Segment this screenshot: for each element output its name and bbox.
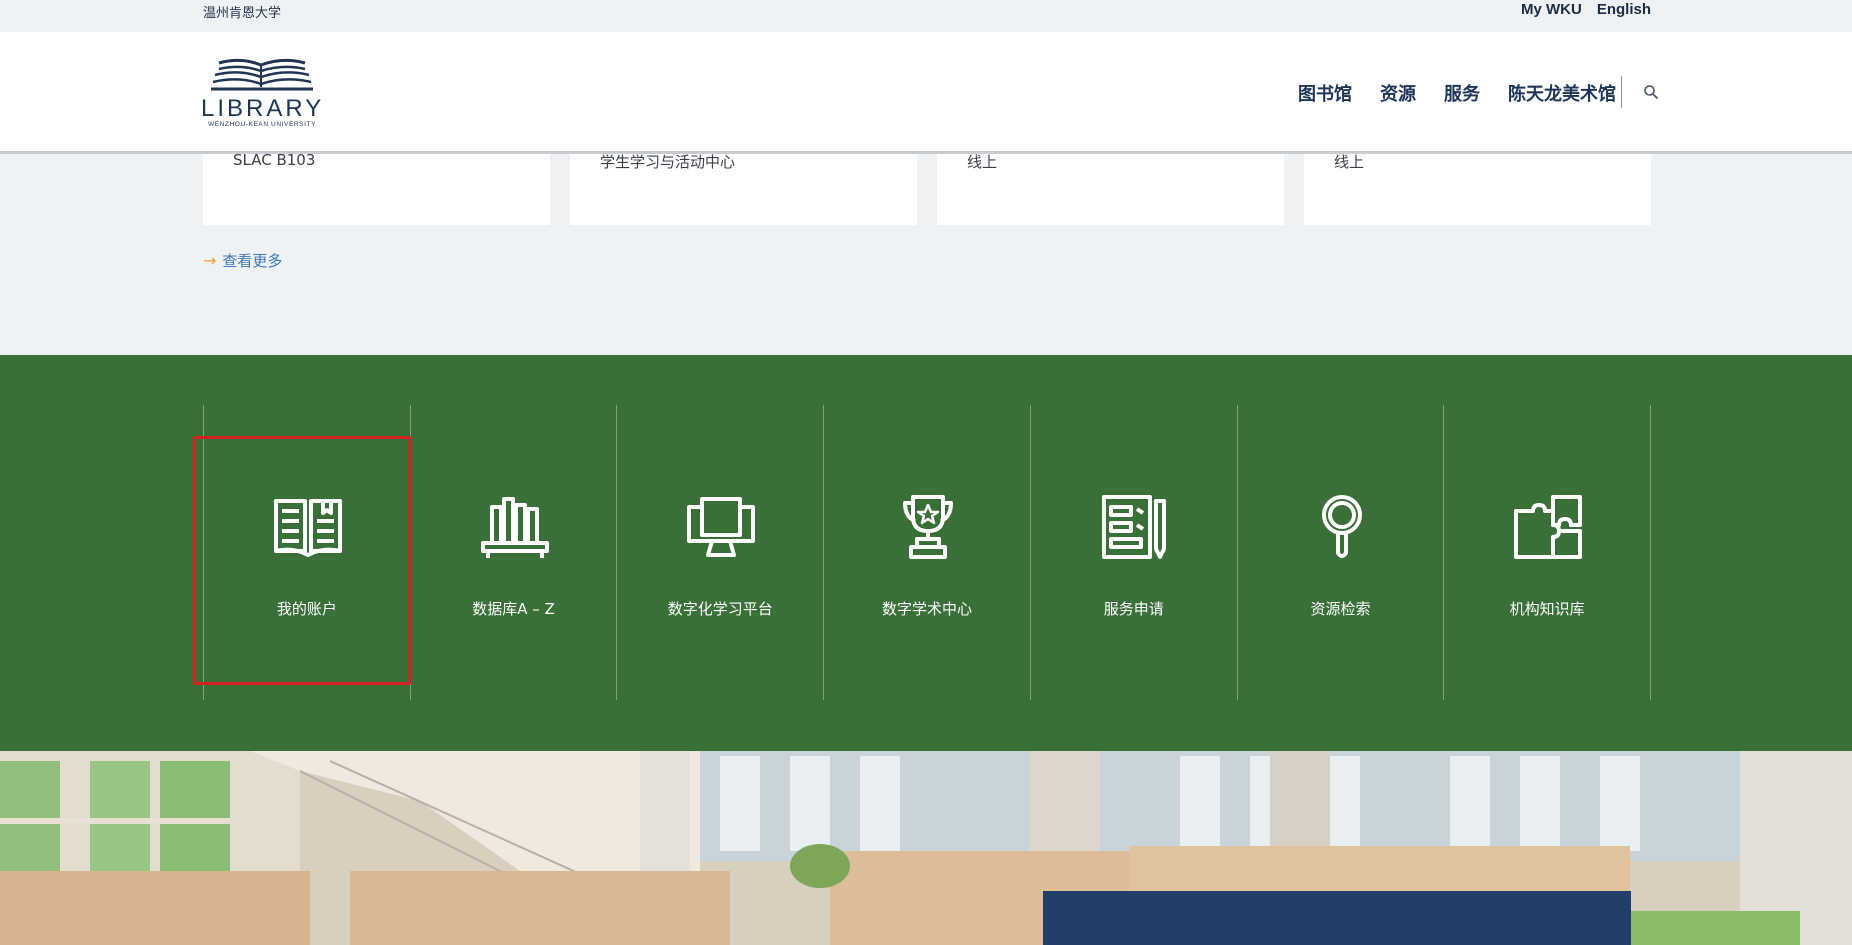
main-nav: 图书馆 资源 服务 陈天龙美术馆 <box>1298 80 1616 106</box>
view-more-link[interactable]: → 查看更多 <box>203 250 282 271</box>
banner-overlay-box <box>1043 891 1631 945</box>
quick-link-service-request[interactable]: 服务申请 <box>1031 405 1238 700</box>
nav-library[interactable]: 图书馆 <box>1298 80 1352 106</box>
event-location: 线上 <box>967 153 998 171</box>
quick-link-digital-scholarship[interactable]: 数字学术中心 <box>824 405 1031 700</box>
books-shelf-icon <box>480 497 549 558</box>
event-card[interactable]: 学生学习与活动中心 <box>570 150 917 225</box>
language-link[interactable]: English <box>1597 1 1651 18</box>
quick-link-label: 数字化学习平台 <box>667 600 773 618</box>
my-wku-link[interactable]: My WKU <box>1521 1 1582 18</box>
library-logo[interactable]: LIBRARY WENZHOU-KEAN UNIVERSITY <box>201 57 323 129</box>
view-more-label: 查看更多 <box>222 252 283 270</box>
quick-link-label: 数据库A – Z <box>472 600 555 618</box>
utility-bar: 温州肯恩大学 My WKU English <box>0 0 1852 32</box>
event-card[interactable]: 线上 <box>1304 150 1651 225</box>
quick-links-row: 我的账户 数据库A – Z 数字化学习平台 数字学术中心 服务申请 资源检索 机… <box>203 405 1652 700</box>
arrow-right-icon: → <box>203 251 217 270</box>
monitor-icon <box>687 497 756 557</box>
book-logo-icon <box>211 58 313 91</box>
quick-link-label: 资源检索 <box>1310 600 1371 618</box>
puzzle-icon <box>1514 495 1583 559</box>
quick-link-resource-search[interactable]: 资源检索 <box>1238 405 1445 700</box>
quick-link-label: 服务申请 <box>1103 600 1164 618</box>
open-book-icon <box>274 499 342 557</box>
event-location: 学生学习与活动中心 <box>600 153 736 171</box>
event-card[interactable]: 线上 <box>937 150 1284 225</box>
quick-link-databases[interactable]: 数据库A – Z <box>411 405 618 700</box>
site-header: LIBRARY WENZHOU-KEAN UNIVERSITY 图书馆 资源 服… <box>0 32 1852 154</box>
quick-link-my-account[interactable]: 我的账户 <box>204 405 411 700</box>
library-photo-banner <box>0 751 1852 945</box>
form-pencil-icon <box>1101 495 1166 559</box>
nav-art-gallery[interactable]: 陈天龙美术馆 <box>1508 80 1616 106</box>
logo-subtitle: WENZHOU-KEAN UNIVERSITY <box>207 121 317 128</box>
utility-links: My WKU English <box>1521 1 1651 18</box>
search-icon[interactable] <box>1643 84 1659 100</box>
event-cards: SLAC B103 学生学习与活动中心 线上 线上 <box>203 150 1651 225</box>
university-name[interactable]: 温州肯恩大学 <box>203 2 281 21</box>
event-location: 线上 <box>1334 153 1365 171</box>
nav-resources[interactable]: 资源 <box>1380 80 1416 106</box>
quick-link-label: 机构知识库 <box>1509 600 1585 618</box>
quick-link-label: 我的账户 <box>276 600 337 618</box>
quick-link-label: 数字学术中心 <box>882 600 973 618</box>
trophy-icon <box>903 495 954 559</box>
nav-services[interactable]: 服务 <box>1444 80 1480 106</box>
event-card[interactable]: SLAC B103 <box>203 150 550 225</box>
quick-link-digital-learning[interactable]: 数字化学习平台 <box>617 405 825 700</box>
nav-divider <box>1621 76 1622 108</box>
quick-links-band: 我的账户 数据库A – Z 数字化学习平台 数字学术中心 服务申请 资源检索 机… <box>0 355 1852 751</box>
quick-link-institutional-repository[interactable]: 机构知识库 <box>1444 405 1652 700</box>
logo-wordmark: LIBRARY <box>201 95 325 122</box>
magnifier-icon <box>1321 495 1362 558</box>
